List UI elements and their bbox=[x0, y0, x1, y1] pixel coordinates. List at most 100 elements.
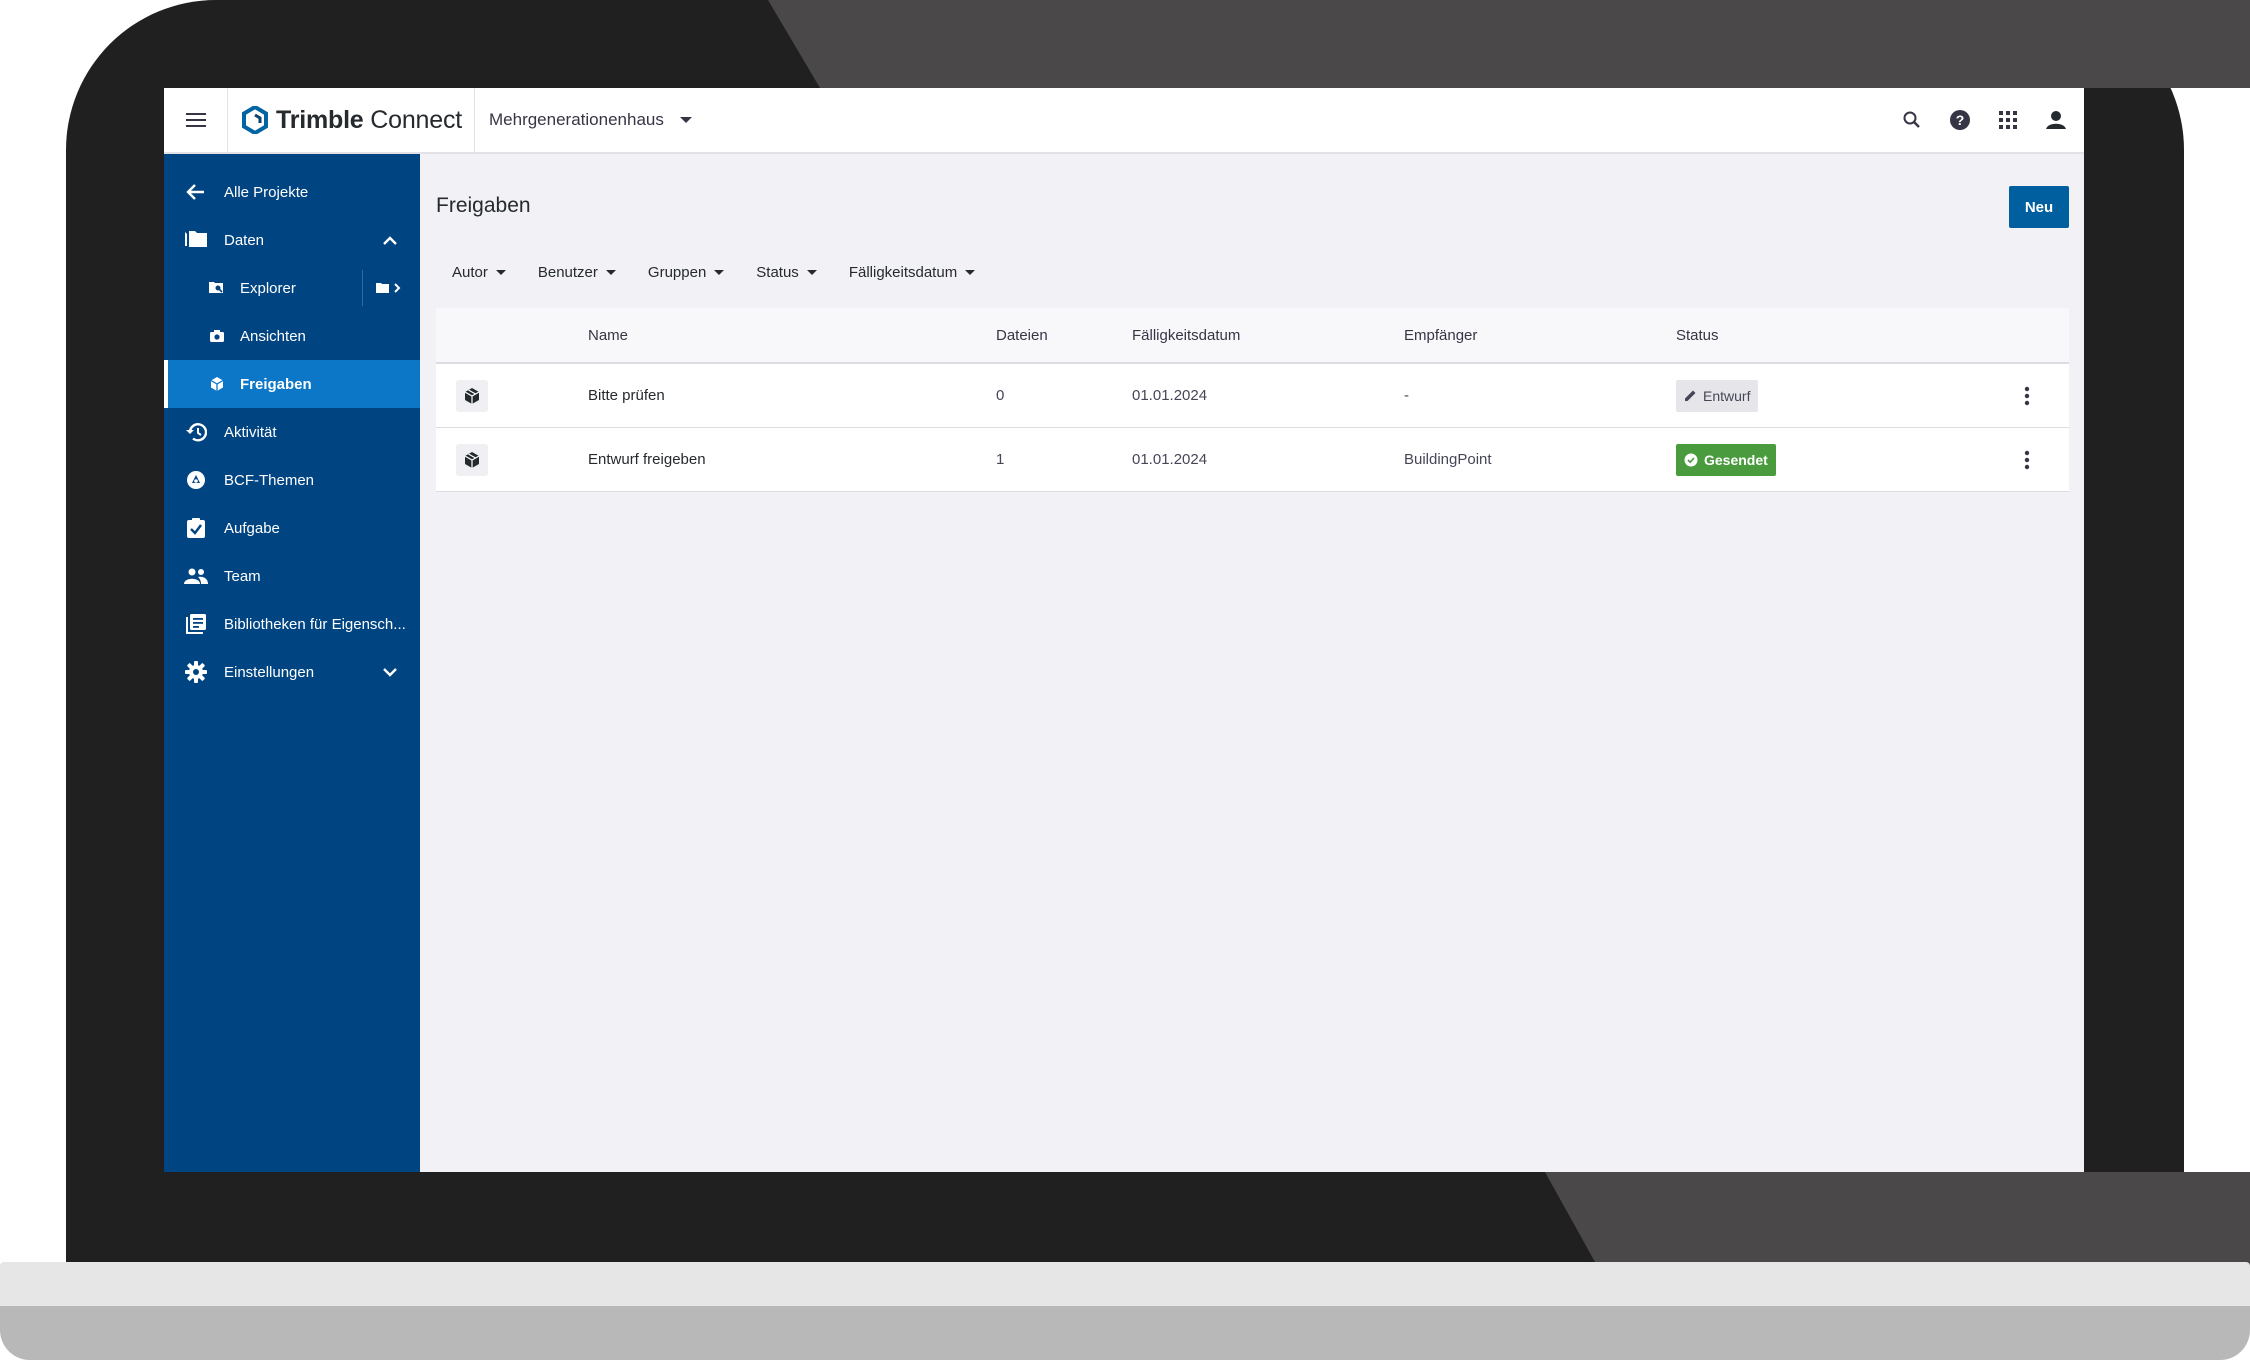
package-icon bbox=[456, 379, 488, 412]
filter-faelligkeitsdatum[interactable]: Fälligkeitsdatum bbox=[833, 252, 991, 292]
bcf-icon bbox=[184, 468, 208, 492]
laptop-frame: Trimble Connect Mehrgenerationenhaus ? A… bbox=[0, 0, 2250, 1360]
library-icon bbox=[184, 612, 208, 636]
sidebar-item-label: Aktivität bbox=[224, 423, 277, 441]
chevron-up-icon[interactable] bbox=[378, 228, 402, 252]
sidebar-item-label: Explorer bbox=[240, 279, 296, 297]
main-content: Freigaben Neu Autor Benutzer Gruppen Sta… bbox=[420, 154, 2084, 1172]
sidebar-item-aktivitaet[interactable]: Aktivität bbox=[164, 408, 420, 456]
filter-label: Fälligkeitsdatum bbox=[848, 263, 958, 281]
filter-label: Status bbox=[756, 263, 799, 281]
status-badge: Gesendet bbox=[1676, 443, 1776, 476]
column-header-name[interactable]: Name bbox=[588, 308, 628, 362]
filter-autor[interactable]: Autor bbox=[436, 252, 522, 292]
top-right-actions: ? bbox=[1888, 88, 2084, 152]
page-title: Freigaben bbox=[436, 194, 531, 217]
app-screen: Trimble Connect Mehrgenerationenhaus ? A… bbox=[164, 88, 2084, 1172]
status-badge: Entwurf bbox=[1676, 379, 1759, 412]
laptop-base-top bbox=[0, 1262, 2250, 1306]
search-icon bbox=[1903, 111, 1920, 128]
trimble-connect-logo[interactable]: Trimble Connect bbox=[228, 88, 475, 152]
filter-label: Benutzer bbox=[537, 263, 598, 281]
camera-icon bbox=[208, 324, 226, 348]
chevron-down-icon bbox=[495, 269, 506, 275]
new-button[interactable]: Neu bbox=[2009, 186, 2069, 228]
help-icon: ? bbox=[1950, 110, 1970, 130]
row-icon-cell bbox=[456, 364, 488, 427]
project-selector[interactable]: Mehrgenerationenhaus bbox=[489, 110, 692, 130]
pencil-icon bbox=[1684, 389, 1697, 402]
arrow-left-icon bbox=[184, 180, 208, 204]
sidebar-item-freigaben[interactable]: Freigaben bbox=[164, 360, 420, 408]
user-icon bbox=[2043, 107, 2069, 133]
chevron-down-icon bbox=[806, 269, 817, 275]
help-button[interactable]: ? bbox=[1936, 96, 1984, 144]
row-name[interactable]: Bitte prüfen bbox=[588, 364, 665, 427]
folder-icon bbox=[184, 228, 208, 252]
table-row[interactable]: Entwurf freigeben 1 01.01.2024 BuildingP… bbox=[436, 428, 2069, 492]
more-vertical-icon bbox=[2024, 450, 2030, 469]
project-name: Mehrgenerationenhaus bbox=[489, 110, 664, 129]
more-vertical-icon bbox=[2024, 386, 2030, 405]
sidebar-item-all-projects[interactable]: Alle Projekte bbox=[164, 168, 420, 216]
package-icon bbox=[208, 372, 226, 396]
sidebar-item-einstellungen[interactable]: Einstellungen bbox=[164, 648, 420, 696]
sidebar: Alle Projekte Daten Explorer Ansichten F… bbox=[164, 154, 420, 1172]
apps-grid-icon bbox=[1999, 111, 2017, 129]
row-more-button[interactable] bbox=[2024, 364, 2030, 427]
search-button[interactable] bbox=[1888, 96, 1936, 144]
row-files: 0 bbox=[996, 387, 1005, 404]
column-header-due-date[interactable]: Fälligkeitsdatum bbox=[1132, 308, 1240, 362]
history-icon bbox=[184, 420, 208, 444]
chevron-down-icon bbox=[679, 117, 692, 123]
top-bar: Trimble Connect Mehrgenerationenhaus ? bbox=[164, 88, 2084, 154]
status-label: Entwurf bbox=[1703, 387, 1751, 404]
sidebar-item-label: Bibliotheken für Eigensch... bbox=[224, 615, 406, 633]
apps-button[interactable] bbox=[1984, 96, 2032, 144]
status-label: Gesendet bbox=[1704, 451, 1768, 468]
row-files: 1 bbox=[996, 451, 1005, 468]
sidebar-item-aufgabe[interactable]: Aufgabe bbox=[164, 504, 420, 552]
table-row[interactable]: Bitte prüfen 0 01.01.2024 - Entwurf bbox=[436, 364, 2069, 428]
sidebar-item-label: Freigaben bbox=[240, 375, 312, 393]
sidebar-item-label: Team bbox=[224, 567, 261, 585]
sidebar-item-team[interactable]: Team bbox=[164, 552, 420, 600]
filter-label: Gruppen bbox=[647, 263, 707, 281]
filter-status[interactable]: Status bbox=[740, 252, 833, 292]
gear-icon bbox=[184, 660, 208, 684]
folder-tree-button[interactable] bbox=[362, 270, 414, 306]
filter-gruppen[interactable]: Gruppen bbox=[632, 252, 740, 292]
sidebar-item-bcf-themen[interactable]: BCF-Themen bbox=[164, 456, 420, 504]
sidebar-item-daten[interactable]: Daten bbox=[164, 216, 420, 264]
row-name[interactable]: Entwurf freigeben bbox=[588, 428, 706, 491]
sidebar-item-label: Daten bbox=[224, 231, 265, 249]
folder-icon bbox=[375, 283, 400, 293]
sidebar-item-label: Alle Projekte bbox=[224, 183, 309, 201]
menu-icon bbox=[185, 113, 206, 127]
task-icon bbox=[184, 516, 208, 540]
column-header-recipient[interactable]: Empfänger bbox=[1404, 308, 1477, 362]
row-recipient: BuildingPoint bbox=[1404, 451, 1492, 468]
logo-text: Trimble Connect bbox=[276, 105, 462, 134]
sidebar-item-bibliotheken[interactable]: Bibliotheken für Eigensch... bbox=[164, 600, 420, 648]
user-button[interactable] bbox=[2032, 96, 2080, 144]
menu-button[interactable] bbox=[164, 88, 228, 152]
row-more-button[interactable] bbox=[2024, 428, 2030, 491]
svg-text:?: ? bbox=[1956, 112, 1965, 128]
filter-benutzer[interactable]: Benutzer bbox=[522, 252, 632, 292]
package-icon bbox=[456, 443, 488, 476]
trimble-logo-icon bbox=[242, 106, 268, 134]
sidebar-item-label: BCF-Themen bbox=[224, 471, 315, 489]
chevron-down-icon[interactable] bbox=[378, 660, 402, 684]
shares-table: Name Dateien Fälligkeitsdatum Empfänger … bbox=[436, 308, 2069, 492]
sidebar-item-ansichten[interactable]: Ansichten bbox=[164, 312, 420, 360]
column-header-status[interactable]: Status bbox=[1676, 308, 1719, 362]
filter-bar: Autor Benutzer Gruppen Status Fälligkeit… bbox=[436, 252, 991, 292]
team-icon bbox=[184, 564, 208, 588]
sidebar-item-explorer[interactable]: Explorer bbox=[164, 264, 420, 312]
column-header-files[interactable]: Dateien bbox=[996, 308, 1048, 362]
sidebar-item-label: Aufgabe bbox=[224, 519, 280, 537]
row-status-cell: Entwurf bbox=[1676, 364, 1759, 427]
chevron-down-icon bbox=[605, 269, 616, 275]
filter-label: Autor bbox=[452, 263, 488, 281]
